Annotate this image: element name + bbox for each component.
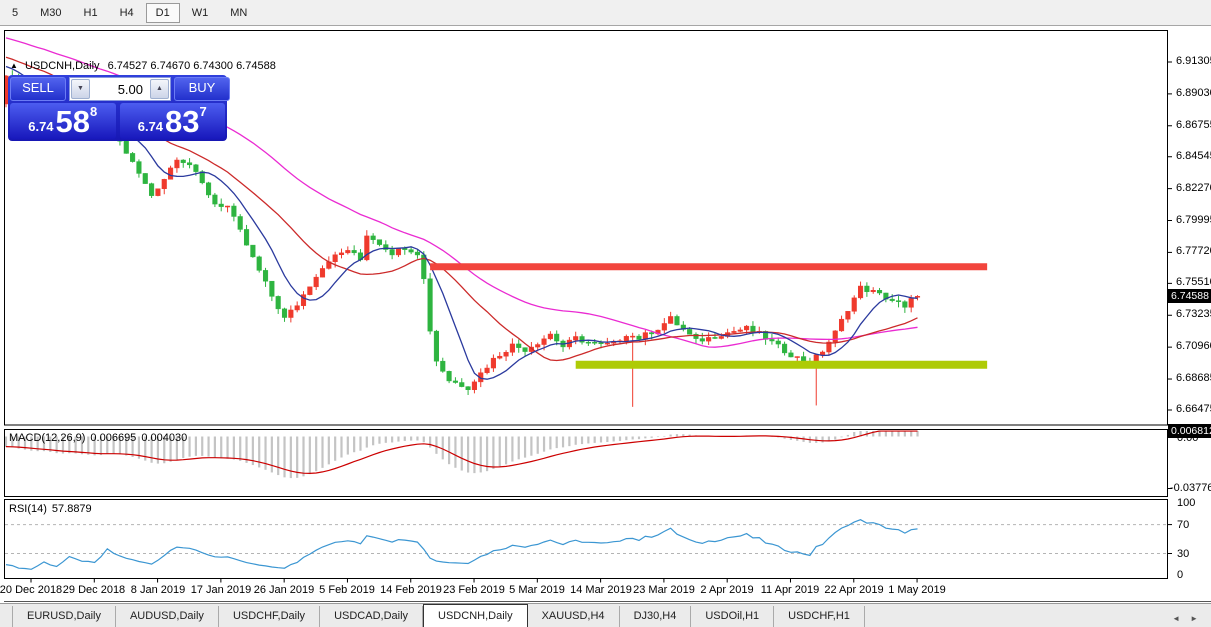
- chart-title-row: ▲ USDCNH,Daily 6.74527 6.74670 6.74300 6…: [10, 60, 276, 72]
- sell-button[interactable]: SELL: [10, 77, 66, 101]
- timeframe-button-m30[interactable]: M30: [30, 3, 71, 23]
- sell-price-button[interactable]: 6.74588: [10, 103, 116, 139]
- price-axis-label: 6.70960: [1176, 340, 1211, 353]
- chart-tab-audusd-daily[interactable]: AUDUSD,Daily: [116, 606, 219, 627]
- price-axis-label: 6.68685: [1176, 372, 1211, 385]
- chart-tab-usdchf-h1[interactable]: USDCHF,H1: [774, 606, 865, 627]
- buy-price-pip: 7: [200, 104, 207, 119]
- macd-signal-value: 0.004030: [141, 432, 187, 444]
- price-axis-label: 6.84545: [1176, 150, 1211, 163]
- window-bottom-divider: [4, 601, 1211, 602]
- date-axis-label: 1 May 2019: [872, 584, 962, 596]
- chart-ohlc-values: 6.74527 6.74670 6.74300 6.74588: [108, 60, 276, 72]
- timeframe-button-w1[interactable]: W1: [182, 3, 219, 23]
- rsi-indicator-name: RSI(14): [9, 503, 47, 515]
- chart-tab-usdchf-daily[interactable]: USDCHF,Daily: [219, 606, 320, 627]
- price-axis-label: 6.86755: [1176, 119, 1211, 132]
- chart-tab-eurusd-daily[interactable]: EURUSD,Daily: [12, 606, 116, 627]
- buy-price-prefix: 6.74: [138, 119, 163, 134]
- buy-price-button[interactable]: 6.74837: [120, 103, 226, 139]
- rsi-axis-label: 30: [1177, 548, 1189, 561]
- chart-tab-usdcad-daily[interactable]: USDCAD,Daily: [320, 606, 423, 627]
- sell-price-big: 58: [56, 107, 90, 137]
- sell-price-prefix: 6.74: [28, 119, 53, 134]
- timeframe-toolbar: 5M30H1H4D1W1MN: [0, 0, 1211, 26]
- macd-main-value: 0.006695: [90, 432, 136, 444]
- volume-input[interactable]: [91, 81, 149, 98]
- collapse-panel-icon[interactable]: ▲: [10, 61, 18, 70]
- price-axis-label: 6.75510: [1176, 276, 1211, 289]
- timeframe-button-h4[interactable]: H4: [110, 3, 144, 23]
- price-axis-label: 6.89030: [1176, 87, 1211, 100]
- trading-platform-window: 5M30H1H4D1W1MN ▲ USDCNH,Daily 6.74527 6.…: [0, 0, 1211, 627]
- current-price-marker: 6.74588: [1168, 289, 1211, 303]
- volume-increase-button[interactable]: ▲: [150, 79, 169, 99]
- price-axis-label: 6.73235: [1176, 308, 1211, 321]
- price-axis-label: 6.91305: [1176, 55, 1211, 68]
- chart-tab-usdcnh-daily[interactable]: USDCNH,Daily: [423, 604, 528, 627]
- chart-tab-dj30-h4[interactable]: DJ30,H4: [620, 606, 692, 627]
- tab-scroll-right-button[interactable]: ►: [1185, 610, 1203, 627]
- timeframe-button-5[interactable]: 5: [2, 3, 28, 23]
- buy-price-big: 83: [165, 107, 199, 137]
- rsi-value: 57.8879: [52, 503, 92, 515]
- tab-scroll-controls: ◄►: [1167, 610, 1211, 627]
- macd-axis-min-label: -0.037765: [1170, 482, 1211, 495]
- rsi-axis-label: 70: [1177, 519, 1189, 532]
- timeframe-button-mn[interactable]: MN: [220, 3, 257, 23]
- volume-spinner: ▼ ▲: [69, 77, 171, 101]
- buy-button[interactable]: BUY: [174, 77, 230, 101]
- rsi-label-row: RSI(14) 57.8879: [9, 503, 92, 515]
- sell-price-pip: 8: [90, 104, 97, 119]
- price-axis-label: 6.77720: [1176, 245, 1211, 258]
- rsi-axis-label: 100: [1177, 497, 1195, 510]
- price-axis-label: 6.82270: [1176, 182, 1211, 195]
- trade-price-row: 6.74588 6.74837: [10, 103, 225, 139]
- chart-tab-bar: EURUSD,DailyAUDUSD,DailyUSDCHF,DailyUSDC…: [0, 603, 1211, 627]
- one-click-trading-panel: SELL ▼ ▲ BUY 6.74588 6.74837: [8, 75, 227, 141]
- chart-tab-usdoil-h1[interactable]: USDOil,H1: [691, 606, 774, 627]
- price-axis-label: 6.79995: [1176, 214, 1211, 227]
- macd-label-row: MACD(12,26,9) 0.006695 0.004030: [9, 432, 187, 444]
- macd-current-marker: 0.006812: [1168, 424, 1211, 438]
- chart-title: USDCNH,Daily: [25, 60, 100, 72]
- macd-indicator-name: MACD(12,26,9): [9, 432, 85, 444]
- timeframe-button-d1[interactable]: D1: [146, 3, 180, 23]
- volume-decrease-button[interactable]: ▼: [71, 79, 90, 99]
- price-axis-label: 6.66475: [1176, 403, 1211, 416]
- trade-controls-row: SELL ▼ ▲ BUY: [10, 77, 225, 101]
- rsi-axis-label: 0: [1177, 569, 1183, 582]
- tab-scroll-left-button[interactable]: ◄: [1167, 610, 1185, 627]
- chart-tab-xauusd-h4[interactable]: XAUUSD,H4: [528, 606, 620, 627]
- timeframe-button-h1[interactable]: H1: [74, 3, 108, 23]
